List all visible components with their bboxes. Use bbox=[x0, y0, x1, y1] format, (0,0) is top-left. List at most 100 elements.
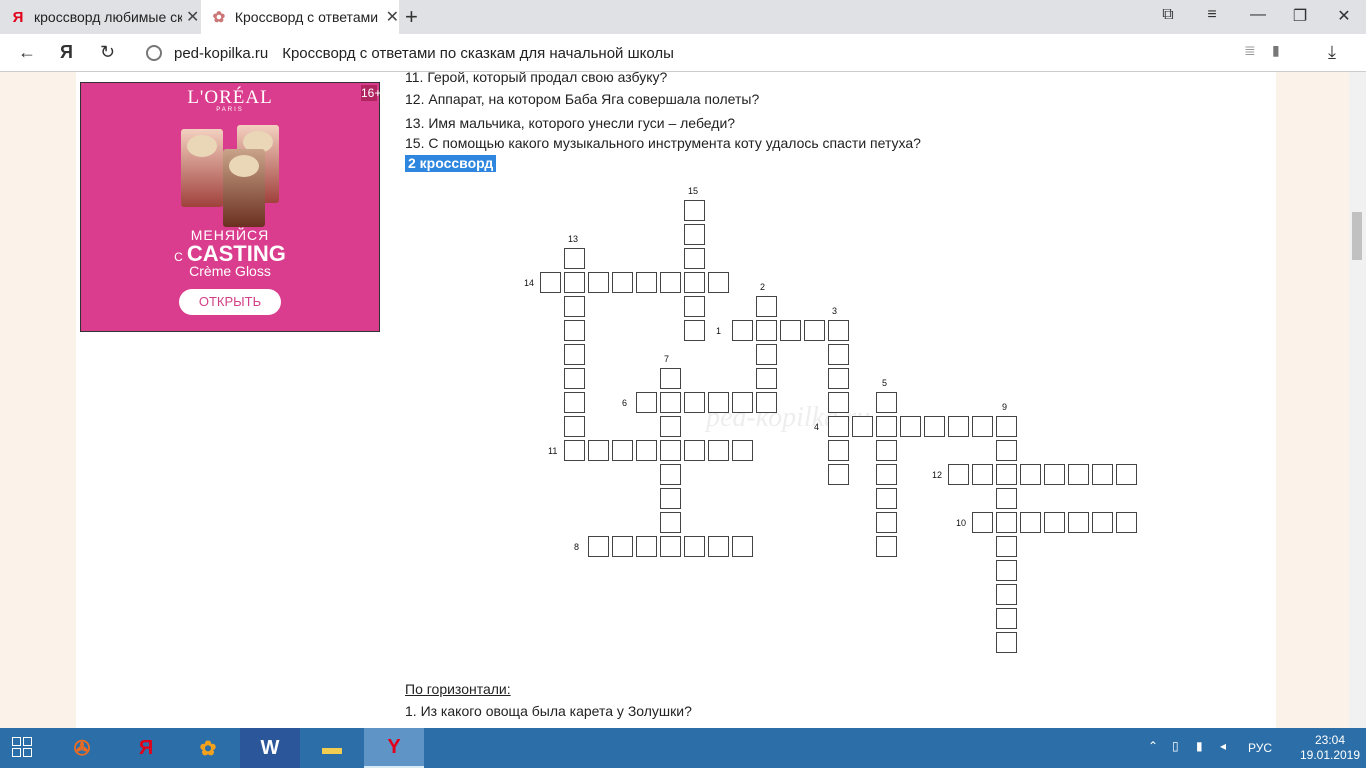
crossword-cell bbox=[564, 272, 585, 293]
crossword-cell bbox=[564, 416, 585, 437]
crossword-cell bbox=[828, 464, 849, 485]
crossword-cell bbox=[996, 416, 1017, 437]
crossword-cell bbox=[660, 464, 681, 485]
crossword-cell bbox=[684, 296, 705, 317]
word-icon[interactable]: W bbox=[240, 728, 300, 768]
reload-icon[interactable]: ↻ bbox=[100, 42, 115, 63]
clock[interactable]: 23:04 19.01.2019 bbox=[1290, 733, 1366, 763]
yandex-home-icon[interactable]: Я bbox=[60, 42, 73, 63]
close-window-button[interactable]: ✕ bbox=[1334, 6, 1354, 26]
bookmarks-panel-icon[interactable]: ⧉ bbox=[1158, 6, 1178, 24]
crossword-cell bbox=[732, 536, 753, 557]
crossword-cell bbox=[1044, 464, 1065, 485]
crossword-cell bbox=[972, 464, 993, 485]
download-icon[interactable]: ⤓ bbox=[1328, 42, 1336, 63]
crossword-cell bbox=[1116, 512, 1137, 533]
crossword-cell bbox=[756, 320, 777, 341]
crossword-cell bbox=[948, 464, 969, 485]
crossword-cell bbox=[996, 512, 1017, 533]
crossword-cell bbox=[1020, 512, 1041, 533]
crossword-cell bbox=[900, 416, 921, 437]
crossword-cell bbox=[828, 416, 849, 437]
volume-icon[interactable]: ◂ bbox=[1220, 739, 1226, 753]
scrollbar-thumb[interactable] bbox=[1352, 212, 1362, 260]
scrollbar[interactable] bbox=[1349, 72, 1366, 728]
crossword-cell bbox=[1116, 464, 1137, 485]
menu-icon[interactable]: ≡ bbox=[1202, 6, 1222, 24]
crossword-cell bbox=[924, 416, 945, 437]
crossword-cell bbox=[1092, 512, 1113, 533]
crossword-cell bbox=[828, 320, 849, 341]
crossword-cell bbox=[876, 440, 897, 461]
crossword-cell bbox=[684, 536, 705, 557]
crossword-cell bbox=[660, 512, 681, 533]
reader-mode-icon[interactable]: ≣ bbox=[1244, 42, 1256, 59]
article-content: 16+ L'ORÉAL PARIS МЕНЯЙСЯ С CASTING Crème… bbox=[76, 72, 1276, 728]
crossword-cell bbox=[564, 392, 585, 413]
crossword-cell bbox=[588, 536, 609, 557]
crossword-cell bbox=[852, 416, 873, 437]
page-viewport: 16+ L'ORÉAL PARIS МЕНЯЙСЯ С CASTING Crème… bbox=[0, 72, 1366, 728]
clue-number: 8 bbox=[574, 542, 580, 552]
crossword-cell bbox=[996, 536, 1017, 557]
crossword-cell bbox=[828, 368, 849, 389]
crossword-cell bbox=[804, 320, 825, 341]
network-icon[interactable]: ▮ bbox=[1196, 739, 1203, 753]
crossword-cell bbox=[756, 392, 777, 413]
tray-arrow-icon[interactable]: ⌃ bbox=[1148, 739, 1158, 753]
crossword-cell bbox=[828, 344, 849, 365]
back-arrow-icon[interactable]: ← bbox=[18, 42, 36, 63]
crossword-cell bbox=[564, 368, 585, 389]
crossword-cell bbox=[684, 248, 705, 269]
app-icon-1[interactable]: ✇ bbox=[52, 728, 112, 768]
clue-number: 10 bbox=[956, 518, 967, 528]
clue-number: 14 bbox=[524, 278, 535, 288]
start-button[interactable] bbox=[12, 737, 32, 757]
crossword-cell bbox=[876, 392, 897, 413]
crossword-cell bbox=[612, 440, 633, 461]
clue-number: 5 bbox=[882, 378, 888, 388]
yandex-browser-icon[interactable]: Я bbox=[116, 728, 176, 768]
battery-icon[interactable]: ▯ bbox=[1172, 739, 1179, 753]
browser-active-icon[interactable]: Y bbox=[364, 728, 424, 768]
crossword-cell bbox=[1068, 512, 1089, 533]
crossword-cell bbox=[732, 320, 753, 341]
close-tab-icon[interactable]: ✕ bbox=[186, 7, 199, 27]
crossword-grid: ped-kopilka.ru 15 13 14 2 3 1 7 5 9 6 4 11 12 10 8 bbox=[76, 72, 1276, 728]
crossword-cell bbox=[564, 296, 585, 317]
taskbar: ✇ Я ✿ W ▬ Y ⌃ ▯ ▮ ◂ РУС 23:04 19.01.2019 bbox=[0, 728, 1366, 768]
crossword-cell bbox=[684, 272, 705, 293]
bookmark-icon[interactable]: ▮ bbox=[1272, 42, 1280, 59]
new-tab-button[interactable]: + bbox=[405, 4, 418, 30]
close-tab-icon[interactable]: ✕ bbox=[386, 7, 399, 27]
clue-number: 15 bbox=[688, 186, 699, 196]
crossword-cell bbox=[636, 392, 657, 413]
url-host: ped-kopilka.ru bbox=[174, 44, 269, 62]
tab-title: Кроссворд с ответами по сказкам bbox=[234, 9, 382, 25]
crossword-cell bbox=[996, 464, 1017, 485]
explorer-icon[interactable]: ▬ bbox=[302, 728, 362, 768]
clue-number: 3 bbox=[832, 306, 838, 316]
restore-button[interactable]: ❐ bbox=[1290, 6, 1310, 26]
crossword-cell bbox=[684, 200, 705, 221]
tab-search[interactable]: Я кроссворд любимые сказки ✕ bbox=[0, 0, 200, 34]
crossword-cell bbox=[828, 440, 849, 461]
crossword-cell bbox=[636, 536, 657, 557]
clock-date: 19.01.2019 bbox=[1299, 748, 1361, 762]
crossword-cell bbox=[876, 512, 897, 533]
crossword-cell bbox=[660, 272, 681, 293]
system-tray: ⌃ ▯ ▮ ◂ РУС 23:04 19.01.2019 bbox=[1140, 728, 1366, 768]
clue-number: 4 bbox=[814, 422, 820, 432]
crossword-cell bbox=[780, 320, 801, 341]
horizontal-question-1: 1. Из какого овоща была карета у Золушки… bbox=[405, 703, 692, 719]
minimize-button[interactable]: — bbox=[1248, 6, 1268, 24]
url-field[interactable]: o ped-kopilka.ru Кроссворд с ответами по… bbox=[138, 38, 1298, 68]
crossword-cell bbox=[660, 416, 681, 437]
crossword-cell bbox=[660, 392, 681, 413]
language-indicator[interactable]: РУС bbox=[1248, 741, 1272, 755]
clue-number: 12 bbox=[932, 470, 943, 480]
tab-active[interactable]: ✿ Кроссворд с ответами по сказкам ✕ bbox=[201, 0, 399, 34]
url-page-title: Кроссворд с ответами по сказкам для нача… bbox=[282, 44, 674, 62]
crossword-cell bbox=[756, 296, 777, 317]
app-icon-3[interactable]: ✿ bbox=[178, 728, 238, 768]
